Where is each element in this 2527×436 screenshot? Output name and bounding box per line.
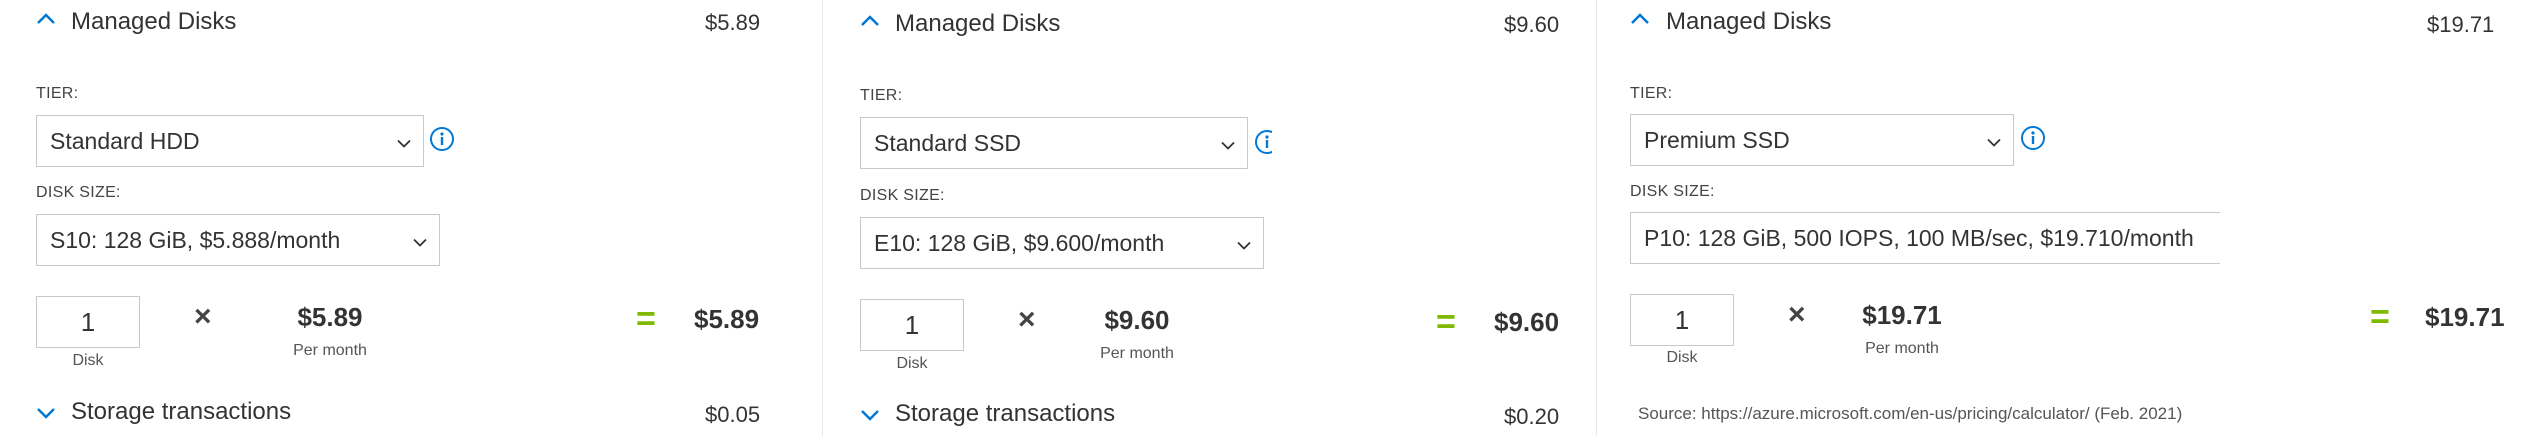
tier-select[interactable]: Standard SSD <box>860 117 1248 169</box>
chevron-down-icon <box>397 128 411 155</box>
source-note: Source: https://azure.microsoft.com/en-u… <box>1638 404 2183 423</box>
storage-transactions-price: $0.05 <box>705 402 761 427</box>
tier-select[interactable]: Premium SSD <box>1630 114 2014 166</box>
disk-size-select-value: P10: 128 GiB, 500 IOPS, 100 MB/sec, $19.… <box>1644 224 2194 251</box>
info-icon[interactable] <box>429 126 455 157</box>
chevron-down-icon[interactable] <box>36 406 56 420</box>
unit-price: $9.60 <box>1104 305 1170 335</box>
equals-icon: = <box>636 300 656 338</box>
panel-divider <box>1596 0 1597 436</box>
managed-disks-panel-premium: Managed Disks $19.71 TIER: Premium SSD D… <box>1598 0 2527 436</box>
quantity-input[interactable]: 1 <box>860 299 964 351</box>
disk-size-label: DISK SIZE: <box>36 184 121 201</box>
multiply-icon: × <box>194 300 212 333</box>
per-month-label: Per month <box>293 342 367 359</box>
multiply-icon: × <box>1018 303 1036 336</box>
tier-label: TIER: <box>36 85 79 102</box>
equals-icon: = <box>2370 298 2390 336</box>
unit-price: $19.71 <box>1862 300 1942 330</box>
section-title[interactable]: Managed Disks <box>1666 8 1831 36</box>
chevron-down-icon <box>1237 230 1251 257</box>
info-icon[interactable] <box>1254 129 1272 160</box>
line-total: $5.89 <box>694 304 760 334</box>
tier-label: TIER: <box>860 87 903 104</box>
section-title[interactable]: Managed Disks <box>895 10 1060 38</box>
tier-select[interactable]: Standard HDD <box>36 115 424 167</box>
quantity-input[interactable]: 1 <box>1630 294 1734 346</box>
section-price: $9.60 <box>1504 12 1560 37</box>
section-price: $19.71 <box>2427 12 2495 37</box>
quantity-input[interactable]: 1 <box>36 296 140 348</box>
line-total: $9.60 <box>1494 307 1560 337</box>
disk-size-select[interactable]: E10: 128 GiB, $9.600/month <box>860 217 1264 269</box>
tier-select-value: Standard HDD <box>50 127 200 154</box>
chevron-up-icon[interactable] <box>36 12 56 26</box>
chevron-up-icon[interactable] <box>860 14 880 28</box>
line-total: $19.71 <box>2425 302 2505 332</box>
chevron-up-icon[interactable] <box>1630 12 1650 26</box>
unit-price: $5.89 <box>297 302 363 332</box>
tier-select-value: Premium SSD <box>1644 126 1790 153</box>
section-title[interactable]: Managed Disks <box>71 8 236 36</box>
disk-size-label: DISK SIZE: <box>1630 183 1715 200</box>
storage-transactions-title[interactable]: Storage transactions <box>71 398 291 426</box>
panel-divider <box>822 0 823 436</box>
disk-size-select-value: E10: 128 GiB, $9.600/month <box>874 229 1165 256</box>
managed-disks-panel-ssd: Managed Disks $9.60 TIER: Standard SSD D… <box>824 0 1600 436</box>
quantity-unit: Disk <box>896 355 928 372</box>
chevron-down-icon <box>1221 130 1235 157</box>
per-month-label: Per month <box>1100 345 1174 362</box>
multiply-icon: × <box>1788 298 1806 331</box>
tier-label: TIER: <box>1630 85 1673 102</box>
storage-transactions-title[interactable]: Storage transactions <box>895 400 1115 428</box>
quantity-unit: Disk <box>1666 349 1698 366</box>
per-month-label: Per month <box>1865 340 1939 357</box>
managed-disks-panel-hdd: Managed Disks $5.89 TIER: Standard HDD D… <box>0 0 820 436</box>
section-price: $5.89 <box>705 10 761 35</box>
disk-size-select[interactable]: S10: 128 GiB, $5.888/month <box>36 214 440 266</box>
chevron-down-icon <box>413 227 427 254</box>
disk-size-label: DISK SIZE: <box>860 187 945 204</box>
tier-select-value: Standard SSD <box>874 129 1022 156</box>
storage-transactions-price: $0.20 <box>1504 404 1560 429</box>
info-icon[interactable] <box>2020 125 2046 156</box>
disk-size-select[interactable]: P10: 128 GiB, 500 IOPS, 100 MB/sec, $19.… <box>1630 212 2220 264</box>
chevron-down-icon <box>1987 127 2001 154</box>
chevron-down-icon[interactable] <box>860 408 880 422</box>
equals-icon: = <box>1436 303 1456 341</box>
disk-size-select-value: S10: 128 GiB, $5.888/month <box>50 226 341 253</box>
quantity-unit: Disk <box>72 352 104 369</box>
